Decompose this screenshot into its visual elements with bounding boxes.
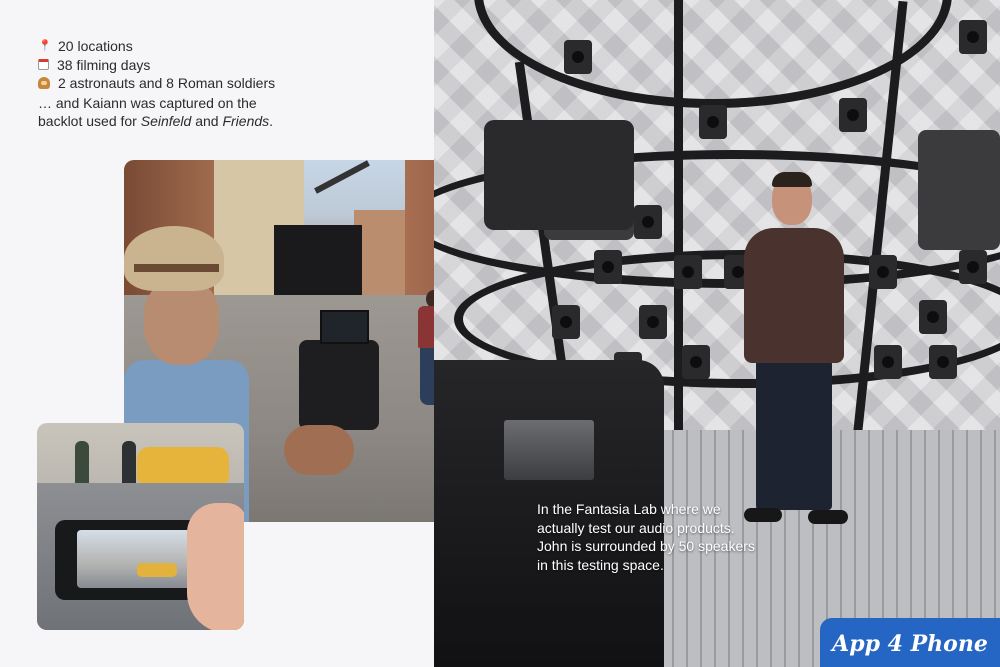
watermark-text: App 4 Phone [830, 631, 988, 657]
backlot-caption-line2: backlot used for Seinfeld and Friends. [38, 112, 428, 131]
fact-item-locations: 📍 20 locations [38, 37, 428, 56]
watermark-logo: App 4 Phone [830, 631, 988, 657]
building [354, 210, 409, 295]
camera-crane [314, 160, 370, 194]
facts-list: 📍 20 locations 38 filming days 2 astrona… [38, 37, 428, 131]
backlot-caption-prefix: backlot used for [38, 113, 141, 129]
show-title-seinfeld: Seinfeld [140, 113, 192, 129]
app4phone-watermark: App 4 Phone [820, 618, 1000, 667]
pin-icon: 📍 [38, 40, 52, 53]
speaker [929, 345, 957, 379]
speaker [674, 255, 702, 289]
speaker [682, 345, 710, 379]
photo-phone-capture [37, 423, 244, 630]
phone-screen-taxi [137, 563, 177, 577]
lab-caption-line: actually test our audio products. [537, 519, 735, 536]
calendar-icon [38, 59, 49, 71]
speaker [959, 20, 987, 54]
fact-text: 38 filming days [57, 56, 151, 73]
fact-item-cast: 2 astronauts and 8 Roman soldiers [38, 74, 428, 93]
speaker [839, 98, 867, 132]
caption-period: . [269, 113, 274, 129]
monitor-screen [320, 310, 369, 344]
backdrop-screen [274, 225, 362, 305]
speaker [564, 40, 592, 74]
speaker [919, 300, 947, 334]
lab-caption-line: In the Fantasia Lab where we [537, 501, 721, 517]
caption-conjunction: and [191, 113, 223, 129]
fact-item-filming-days: 38 filming days [38, 56, 428, 75]
backlot-caption-line1: … and Kaiann was captured on the [38, 94, 257, 111]
speaker [552, 305, 580, 339]
fact-text: 2 astronauts and 8 Roman soldiers [58, 75, 276, 91]
lab-caption: In the Fantasia Lab where we actually te… [537, 500, 777, 574]
taxi [137, 447, 229, 483]
speaker-ring [474, 0, 952, 108]
show-title-friends: Friends [222, 113, 270, 129]
hand [187, 503, 244, 630]
speaker [639, 305, 667, 339]
soldier-icon [38, 77, 50, 90]
strut [674, 0, 683, 460]
speaker [699, 105, 727, 139]
speaker [594, 250, 622, 284]
phone-screen [77, 530, 195, 588]
lab-caption-line: John is surrounded by 50 speakers [537, 538, 755, 554]
large-speaker [918, 130, 1000, 250]
fact-text: 20 locations [58, 38, 133, 54]
lab-caption-line: in this testing space. [537, 556, 664, 573]
speaker [874, 345, 902, 379]
camera-rig [299, 340, 379, 430]
speaker [634, 205, 662, 239]
camera-monitor [504, 420, 594, 480]
speaker [959, 250, 987, 284]
hand [284, 425, 354, 475]
speaker [869, 255, 897, 289]
camera-rig [484, 120, 634, 230]
presenter-john [734, 170, 854, 550]
